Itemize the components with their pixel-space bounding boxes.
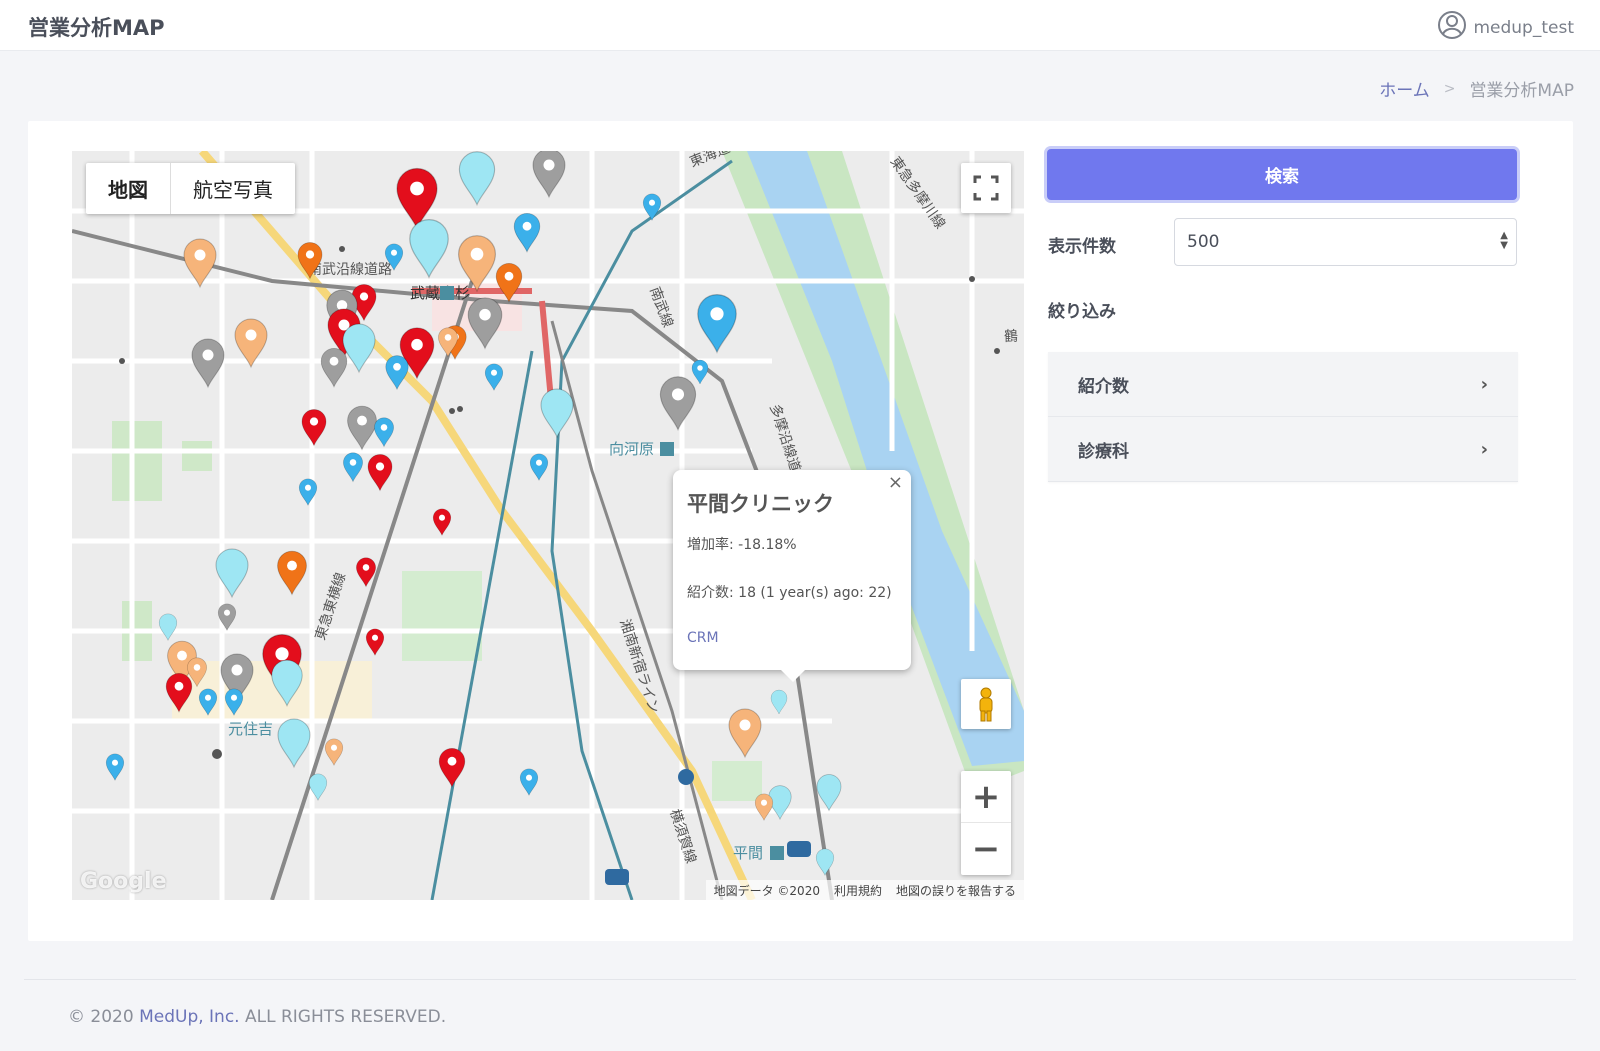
user-name: medup_test	[1473, 17, 1574, 38]
chevron-right-icon: ›	[1480, 373, 1488, 395]
filter-label: 絞り込み	[1048, 302, 1116, 322]
attribution-map-data: 地図データ ©2020	[713, 883, 820, 898]
display-count-label: 表示件数	[1048, 237, 1116, 257]
breadcrumb-separator: >	[1443, 80, 1456, 97]
search-button[interactable]: 検索	[1047, 149, 1517, 200]
display-count-select[interactable]: 500 ▲ ▼	[1174, 218, 1517, 266]
pegman-icon	[979, 687, 993, 722]
popup-crm-link[interactable]: CRM	[687, 630, 897, 646]
breadcrumb-home[interactable]: ホーム	[1379, 76, 1430, 101]
attribution-terms-link[interactable]: 利用規約	[834, 882, 882, 899]
filter-referral-count[interactable]: 紹介数 ›	[1048, 352, 1518, 417]
road-nambu-sen-label: 南武沿線道路	[308, 262, 392, 278]
zoom-out-button[interactable]: −	[961, 823, 1011, 875]
street-view-pegman-button[interactable]	[961, 679, 1011, 729]
display-count-value: 500	[1187, 232, 1220, 252]
popup-increase-rate: 増加率: -18.18%	[687, 537, 797, 553]
fullscreen-icon	[973, 175, 999, 201]
breadcrumb: ホーム > 営業分析MAP	[1379, 76, 1574, 102]
attribution-report-link[interactable]: 地図の誤りを報告する	[896, 882, 1016, 899]
google-logo: Google	[80, 869, 167, 894]
footer-rights: ALL RIGHTS RESERVED.	[244, 1007, 447, 1027]
footer-divider	[24, 979, 1576, 980]
popup-clinic-title: 平間クリニック	[687, 492, 834, 516]
user-circle-icon	[1437, 10, 1467, 45]
filter-referral-count-label: 紹介数	[1078, 376, 1129, 397]
map-type-satellite-button[interactable]: 航空写真	[171, 163, 295, 214]
map-attribution: 地図データ ©2020 利用規約 地図の誤りを報告する	[705, 880, 1024, 900]
filter-department-label: 診療科	[1078, 441, 1129, 462]
tsurumi-label: 鶴	[1004, 328, 1018, 345]
station-motosumiyoshi-label: 元住吉	[228, 720, 273, 738]
station-hirama-label: 平間	[733, 844, 763, 862]
info-window-popup: × 平間クリニック 増加率: -18.18% 紹介数: 18 (1 year(s…	[673, 470, 911, 682]
map-type-roadmap-button[interactable]: 地図	[86, 163, 171, 214]
top-header: 営業分析MAP medup_test	[0, 0, 1600, 51]
filter-accordion: 紹介数 › 診療科 ›	[1048, 352, 1518, 482]
breadcrumb-current: 営業分析MAP	[1469, 81, 1574, 101]
app-title[interactable]: 営業分析MAP	[28, 12, 165, 42]
popup-close-button[interactable]: ×	[888, 472, 903, 493]
zoom-in-button[interactable]: +	[961, 771, 1011, 823]
zoom-control: + −	[961, 771, 1011, 875]
map-view[interactable]: 武蔵小杉 向河原 元住吉 平間 南武沿線道路 南武線 東急東横線 湘南新宿ライン…	[72, 151, 1024, 900]
footer: © 2020 MedUp, Inc. ALL RIGHTS RESERVED.	[68, 1007, 446, 1027]
footer-copyright: © 2020	[68, 1007, 134, 1027]
station-mukaigawara-label: 向河原	[609, 440, 654, 458]
map-type-control: 地図 航空写真	[86, 163, 295, 214]
chevron-right-icon: ›	[1480, 438, 1488, 460]
filter-department[interactable]: 診療科 ›	[1048, 417, 1518, 482]
fullscreen-button[interactable]	[961, 163, 1011, 213]
user-menu[interactable]: medup_test	[1437, 10, 1574, 45]
footer-company-link[interactable]: MedUp, Inc.	[139, 1007, 240, 1027]
select-arrows-icon: ▲ ▼	[1500, 230, 1508, 251]
popup-referral-count: 紹介数: 18 (1 year(s) ago: 22)	[687, 585, 892, 601]
